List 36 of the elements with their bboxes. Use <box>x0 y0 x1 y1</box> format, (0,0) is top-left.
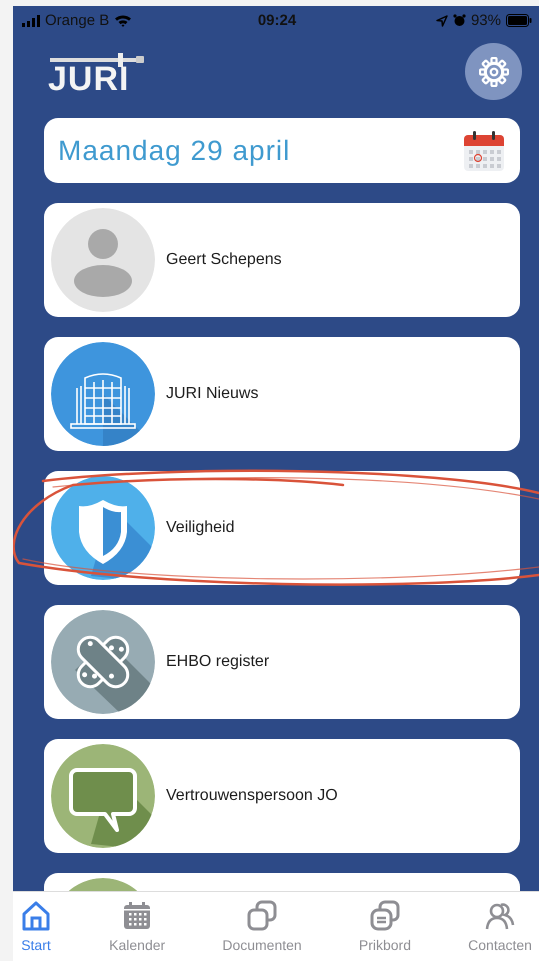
shield-icon <box>51 476 155 580</box>
menu-label: JURI Nieuws <box>166 385 258 403</box>
battery-percent: 93% <box>470 12 501 29</box>
signal-icon <box>22 14 40 26</box>
date-label: Maandag 29 april <box>58 134 290 166</box>
menu-card[interactable]: JURI Nieuws <box>44 337 520 451</box>
alarm-icon <box>452 14 466 27</box>
tab-item[interactable]: Documenten <box>220 892 304 961</box>
wifi-icon <box>114 14 132 27</box>
tab-item[interactable]: Prikbord <box>356 892 413 961</box>
tab-item[interactable]: Contacten <box>466 892 534 961</box>
menu-label: Geert Schepens <box>166 251 282 269</box>
board-icon <box>368 900 401 932</box>
tab-item[interactable]: Kalender <box>107 892 168 961</box>
tab-item[interactable]: Start <box>18 892 54 961</box>
clock-time: 09:24 <box>258 12 296 29</box>
app-logo: JURI <box>48 62 130 94</box>
home-icon <box>20 900 52 932</box>
settings-icon <box>478 56 508 86</box>
location-icon <box>436 14 448 26</box>
menu-label: Vertrouwenspersoon JO <box>166 787 338 805</box>
date-card[interactable]: Maandag 29 april <box>44 118 520 183</box>
menu-card[interactable]: Vertrouwenspersoon JO <box>44 739 520 853</box>
bandage-icon <box>51 610 155 714</box>
menu-card[interactable]: Veiligheid <box>44 471 520 585</box>
building-icon <box>51 342 155 446</box>
menu-label: Veiligheid <box>166 519 234 537</box>
documents-icon <box>246 900 278 932</box>
menu-card[interactable]: Geert Schepens <box>44 203 520 317</box>
menu-label: EHBO register <box>166 653 270 671</box>
person-icon <box>51 208 155 312</box>
calendar-icon <box>462 130 506 170</box>
speech-bubble-icon <box>51 744 155 848</box>
menu-card[interactable]: EHBO register <box>44 605 520 719</box>
carrier-name: Orange B <box>45 12 110 29</box>
battery-icon <box>506 14 532 27</box>
